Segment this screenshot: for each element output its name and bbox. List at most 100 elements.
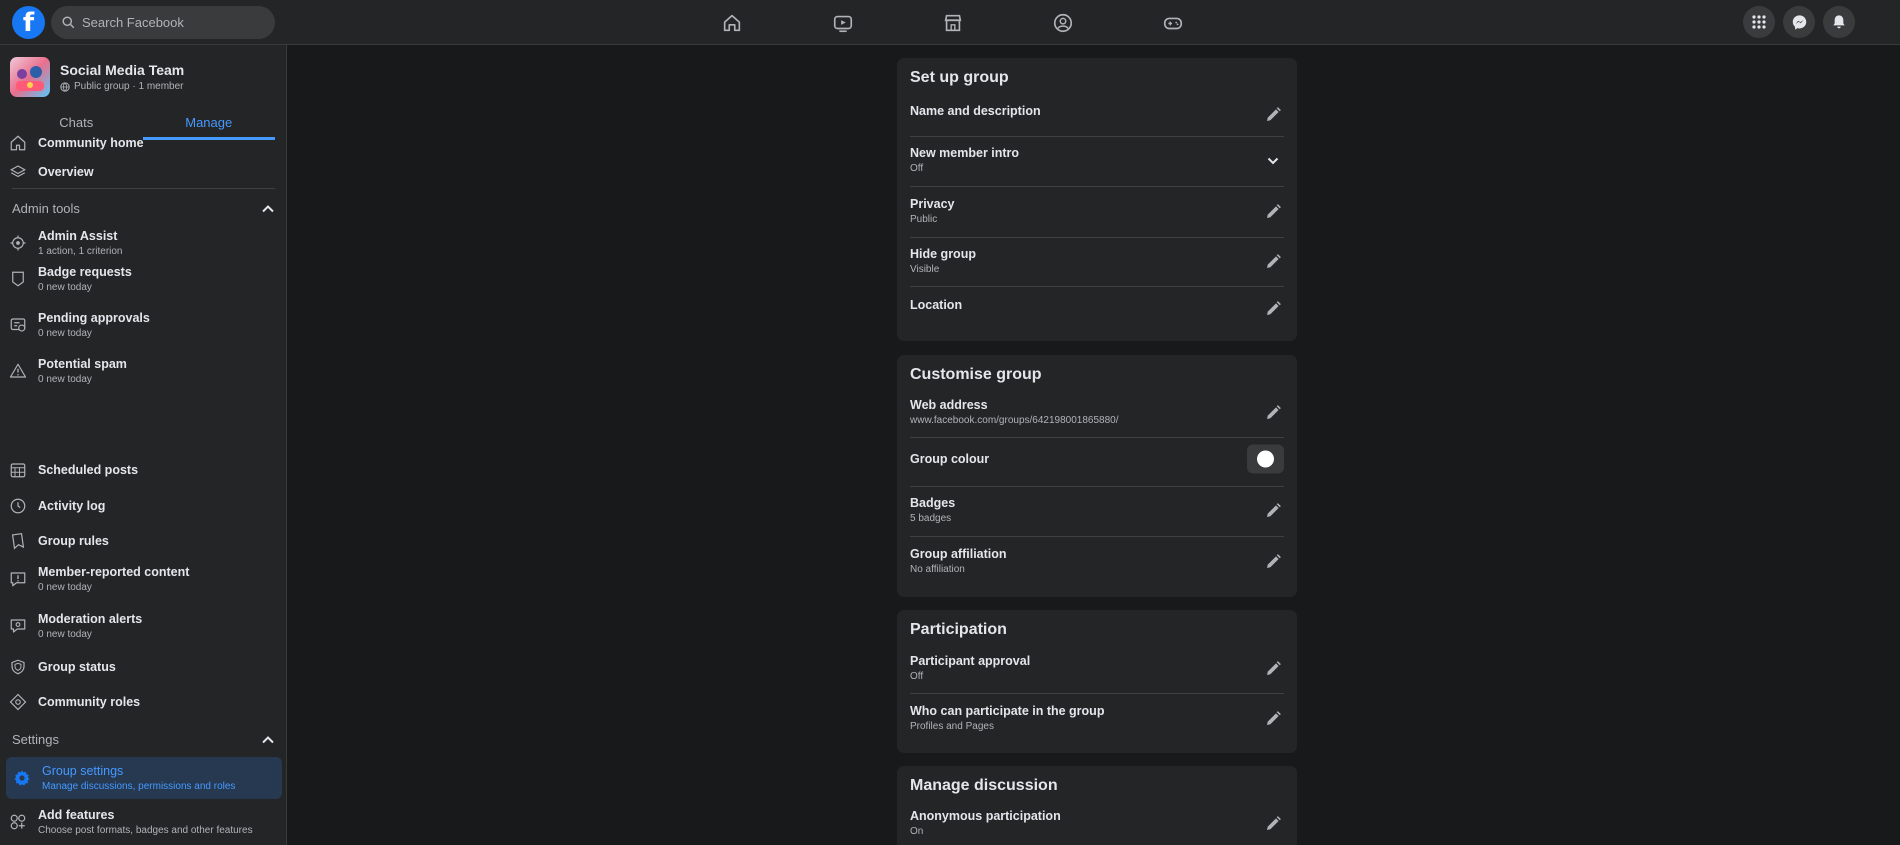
messenger-icon[interactable] <box>1783 6 1815 38</box>
pencil-icon[interactable] <box>1262 201 1284 223</box>
sidebar-item-admin-assist[interactable]: Admin Assist 1 action, 1 criterion <box>8 228 280 258</box>
sidebar-item-group-rules[interactable]: Group rules <box>8 529 280 553</box>
admin-assist-icon <box>10 235 26 251</box>
watch-icon[interactable] <box>830 10 856 36</box>
alert-icon <box>10 619 26 633</box>
setting-group-colour[interactable]: Group colour <box>910 444 1284 474</box>
sidebar-item-member-reported-content[interactable]: Member-reported content 0 new today <box>8 564 280 594</box>
setting-name-and-description[interactable]: Name and description <box>910 104 1284 126</box>
pencil-icon[interactable] <box>1262 402 1284 424</box>
badge-icon <box>12 271 24 287</box>
layers-icon <box>10 165 26 178</box>
sidebar-item-sub: Manage discussions, permissions and role… <box>42 781 236 792</box>
setting-location[interactable]: Location <box>910 298 1284 320</box>
setting-label: Group colour <box>910 452 990 466</box>
sidebar-item-add-features[interactable]: Add features Choose post formats, badges … <box>8 807 280 837</box>
setting-label: Web address <box>910 398 988 412</box>
row-divider <box>910 486 1284 487</box>
setting-badges[interactable]: Badges 5 badges <box>910 496 1284 526</box>
sidebar-item-sub: 0 new today <box>38 629 92 640</box>
colour-dot <box>1257 450 1274 468</box>
group-avatar[interactable] <box>10 57 50 97</box>
approvals-icon <box>10 318 26 332</box>
group-name[interactable]: Social Media Team <box>60 62 184 78</box>
setting-value: Profiles and Pages <box>910 721 994 732</box>
pencil-icon[interactable] <box>1262 500 1284 522</box>
setting-value: Off <box>910 671 924 682</box>
notifications-icon[interactable] <box>1823 6 1855 38</box>
setting-label: Badges <box>910 496 956 510</box>
group-colour-swatch[interactable] <box>1247 444 1284 474</box>
setting-anonymous-participation[interactable]: Anonymous participation On <box>910 809 1284 839</box>
chevron-down-icon[interactable] <box>1262 150 1284 172</box>
sidebar-item-label: Community home <box>38 136 144 150</box>
setting-label: Participant approval <box>910 654 1031 668</box>
chevron-up-icon[interactable] <box>261 202 275 216</box>
marketplace-icon[interactable] <box>940 10 966 36</box>
sidebar-item-scheduled-posts[interactable]: Scheduled posts <box>8 458 280 482</box>
setting-privacy[interactable]: Privacy Public <box>910 197 1284 227</box>
sidebar-item-pending-approvals[interactable]: Pending approvals 0 new today <box>8 310 280 340</box>
group-header[interactable]: Social Media Team Public group · 1 membe… <box>10 57 184 97</box>
pencil-icon[interactable] <box>1262 298 1284 320</box>
row-divider <box>910 136 1284 137</box>
shield-icon <box>11 659 25 675</box>
pencil-icon[interactable] <box>1262 658 1284 680</box>
home-outline-icon <box>10 135 26 151</box>
sidebar-item-label: Moderation alerts <box>38 612 143 626</box>
setting-participant-approval[interactable]: Participant approval Off <box>910 654 1284 684</box>
rules-icon <box>11 533 25 550</box>
setting-label: Hide group <box>910 247 976 261</box>
sidebar-item-activity-log[interactable]: Activity log <box>8 494 280 518</box>
setting-label: Anonymous participation <box>910 809 1061 823</box>
pencil-icon[interactable] <box>1262 104 1284 126</box>
row-divider <box>910 536 1284 537</box>
sidebar-item-community-home[interactable]: Community home <box>8 130 280 156</box>
chevron-up-icon[interactable] <box>261 733 275 747</box>
setting-label: Location <box>910 298 963 312</box>
sidebar-item-badge-requests[interactable]: Badge requests 0 new today <box>8 264 280 294</box>
pencil-icon[interactable] <box>1262 708 1284 730</box>
report-icon <box>10 572 26 587</box>
sidebar-item-sub: 0 new today <box>38 282 92 293</box>
sidebar-item-label: Group rules <box>38 534 109 548</box>
section-admin-tools[interactable]: Admin tools <box>12 201 275 216</box>
search-input[interactable] <box>82 15 262 30</box>
sidebar-item-overview[interactable]: Overview <box>8 159 280 185</box>
setting-value: On <box>910 826 924 837</box>
pencil-icon[interactable] <box>1262 551 1284 573</box>
sidebar-item-sub: 1 action, 1 criterion <box>38 246 123 257</box>
sidebar-divider <box>12 188 275 189</box>
setting-label: Group affiliation <box>910 547 1007 561</box>
sidebar-item-label: Overview <box>38 165 94 179</box>
gaming-icon[interactable] <box>1160 10 1186 36</box>
setting-value: No affiliation <box>910 564 965 575</box>
sidebar-item-group-status[interactable]: Group status <box>8 655 280 679</box>
facebook-logo-icon[interactable]: f <box>12 6 45 39</box>
pencil-icon[interactable] <box>1262 813 1284 835</box>
setting-web-address[interactable]: Web address www.facebook.com/groups/6421… <box>910 398 1284 428</box>
setting-hide-group[interactable]: Hide group Visible <box>910 247 1284 277</box>
sidebar-item-group-settings[interactable]: Group settings Manage discussions, permis… <box>6 757 282 799</box>
section-settings[interactable]: Settings <box>12 732 275 747</box>
sidebar-item-potential-spam[interactable]: Potential spam 0 new today <box>8 356 280 386</box>
groups-icon[interactable] <box>1050 10 1076 36</box>
sidebar-item-community-roles[interactable]: Community roles <box>8 690 280 714</box>
menu-grid-icon[interactable] <box>1743 6 1775 38</box>
setting-label: Privacy <box>910 197 955 211</box>
row-divider <box>910 237 1284 238</box>
sidebar-item-label: Scheduled posts <box>38 463 139 477</box>
card-customise-group: Customise group Web address www.facebook… <box>897 355 1297 597</box>
warning-icon <box>9 363 27 378</box>
globe-icon <box>60 81 70 92</box>
setting-new-member-intro[interactable]: New member intro Off <box>910 146 1284 176</box>
setting-group-affiliation[interactable]: Group affiliation No affiliation <box>910 547 1284 577</box>
setting-who-can-participate[interactable]: Who can participate in the group Profile… <box>910 704 1284 734</box>
home-icon[interactable] <box>719 10 745 36</box>
diamond-icon <box>9 693 27 711</box>
sidebar-item-sub: Choose post formats, badges and other fe… <box>38 825 253 836</box>
sidebar-item-moderation-alerts[interactable]: Moderation alerts 0 new today <box>8 611 280 641</box>
pencil-icon[interactable] <box>1262 251 1284 273</box>
search-box[interactable] <box>51 6 275 39</box>
sidebar-item-label: Group settings <box>42 764 124 778</box>
